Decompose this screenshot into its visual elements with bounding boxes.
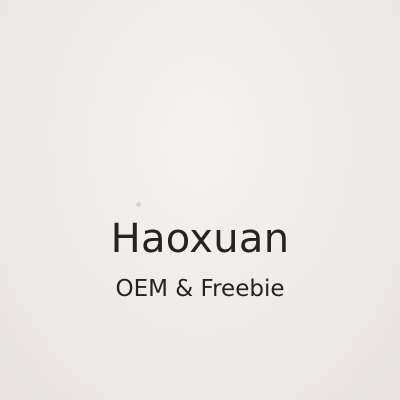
brand-tagline: OEM & Freebie: [115, 276, 285, 302]
product-placeholder-card: Haoxuan OEM & Freebie: [0, 0, 400, 400]
background-speck: [136, 202, 141, 207]
brand-name: Haoxuan: [110, 216, 290, 262]
